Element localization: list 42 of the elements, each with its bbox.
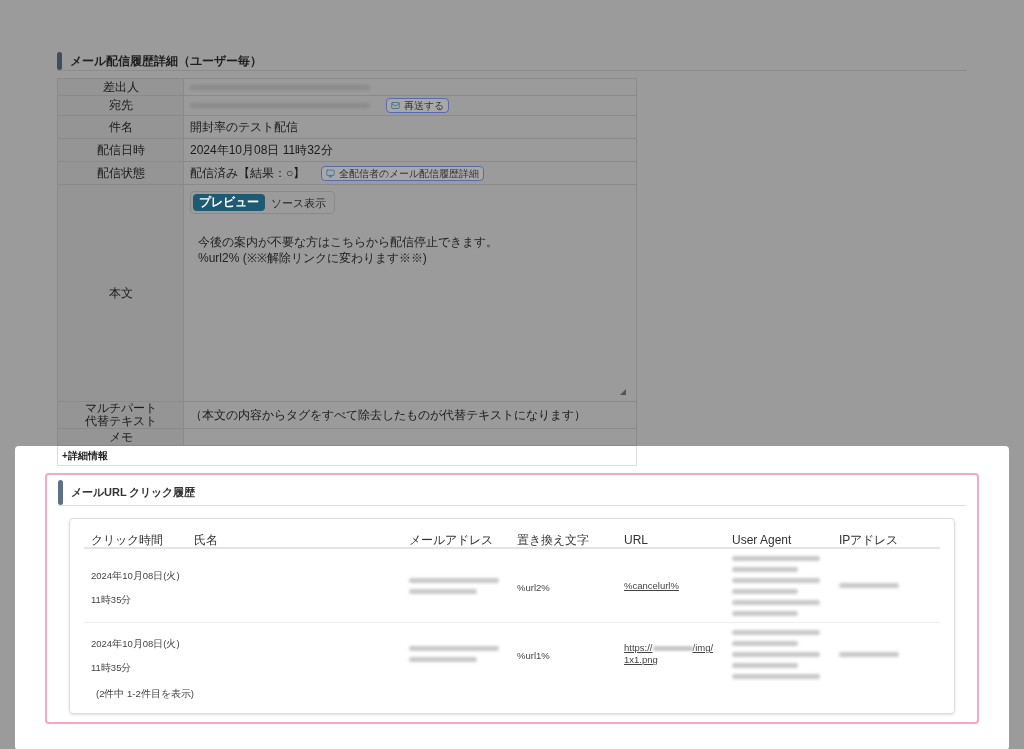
field-label: 配信状態 xyxy=(96,166,145,180)
field-label: メモ xyxy=(108,430,133,444)
column-header: IPアドレス xyxy=(838,532,900,549)
field-label: 本文 xyxy=(108,286,133,300)
details-toggle[interactable]: +詳細情報 xyxy=(62,448,108,463)
field-value: 配信済み【結果：○】 xyxy=(190,165,306,182)
url-link[interactable]: %cancelurl% xyxy=(624,579,718,592)
section-marker xyxy=(57,52,62,70)
resize-grip-icon xyxy=(620,389,626,395)
body-text-line: 今後の案内が不要な方はこちらから配信停止できます。 xyxy=(198,234,499,250)
table-cell: 2024年10月08日(火) 11時35分 xyxy=(91,638,180,673)
envelope-icon xyxy=(391,101,400,110)
field-label: 差出人 xyxy=(102,80,139,94)
table-cell: %url2% xyxy=(517,581,550,593)
redacted-text xyxy=(839,583,899,588)
redacted-text xyxy=(839,651,899,657)
column-header: URL xyxy=(623,532,649,549)
editor-tab[interactable]: ソース表示 xyxy=(265,194,332,211)
body-text-line: %url2% (※※解除リンクに変わります※※) xyxy=(198,250,428,266)
resend-button[interactable]: 再送する xyxy=(386,98,449,113)
section-marker xyxy=(58,480,63,505)
field-label: 配信日時 xyxy=(96,143,145,157)
field-label: 件名 xyxy=(108,120,133,134)
table-cell: 2024年10月08日(火) 11時35分 xyxy=(91,569,180,605)
section-title: メールURL クリック履歴 xyxy=(71,485,196,501)
editor-tab[interactable]: プレビュー xyxy=(193,194,265,211)
column-header: 氏名 xyxy=(193,532,219,549)
url-link[interactable]: https:// /img/1x1.png xyxy=(624,642,718,666)
column-header: メールアドレス xyxy=(408,532,494,549)
result-count: (2件中 1-2件目を表示) xyxy=(96,687,195,701)
field-label: マルチパート代替テキスト xyxy=(83,402,158,428)
monitor-icon xyxy=(326,168,336,178)
field-value: 2024年10月08日 11時32分 xyxy=(190,142,333,159)
column-header: 置き換え文字 xyxy=(516,532,590,549)
section-title: メール配信履歴詳細（ユーザー毎） xyxy=(70,53,262,70)
history-detail-button[interactable]: 全配信者のメール配信履歴詳細 xyxy=(321,165,485,181)
column-header: クリック時間 xyxy=(90,532,164,549)
field-value: （本文の内容からタグをすべて除去したものが代替テキストになります） xyxy=(190,407,586,424)
table-cell: %url1% xyxy=(517,650,550,661)
field-value: 開封率のテスト配信 xyxy=(190,119,298,136)
field-label: 宛先 xyxy=(108,99,133,112)
column-header: User Agent xyxy=(731,532,793,549)
